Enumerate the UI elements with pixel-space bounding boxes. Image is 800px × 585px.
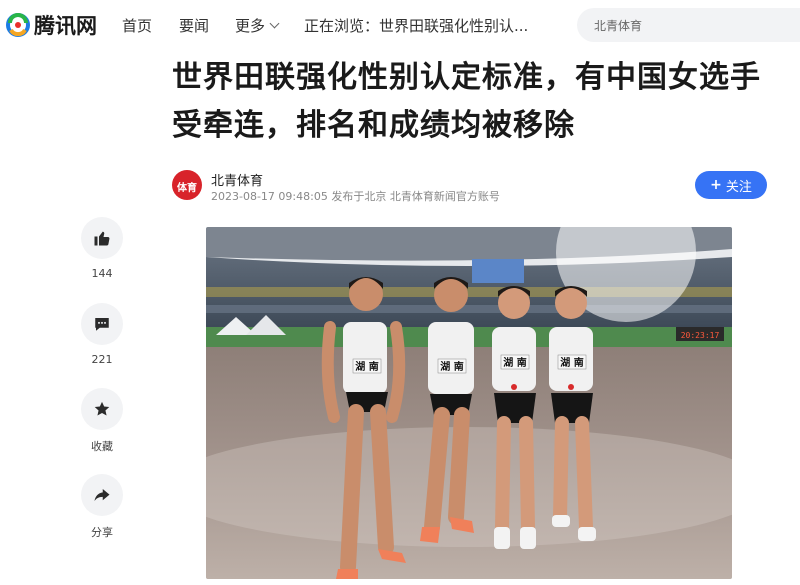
article-title: 世界田联强化性别认定标准，有中国女选手受牵连，排名和成绩均被移除 [172, 60, 761, 143]
comment-icon [95, 318, 109, 331]
author-avatar[interactable]: 体育 [172, 170, 202, 200]
thumbs-up-icon [94, 231, 110, 246]
author-name[interactable]: 北青体育 [211, 170, 263, 189]
bib-text-3: 湖 南 [503, 356, 526, 369]
avatar-text: 体育 [177, 183, 197, 194]
search-input[interactable]: 北青体育 [594, 17, 642, 34]
article-photo: 20:23:17 湖 南 湖 南 湖 南 湖 南 [206, 227, 732, 579]
comment-count: 221 [91, 353, 113, 366]
bib-text-4: 湖 南 [560, 356, 583, 369]
athletes-photo-illustration: 20:23:17 湖 南 湖 南 湖 南 湖 南 [206, 227, 732, 579]
nav-more[interactable]: 更多 [235, 15, 280, 36]
star-icon [94, 401, 110, 416]
share-label: 分享 [91, 526, 113, 539]
like-action[interactable]: 144 [81, 217, 125, 280]
article-meta: 2023-08-17 09:48:05 发布于北京 北青体育新闻官方账号 [211, 190, 500, 203]
share-icon [94, 489, 110, 501]
like-button[interactable] [81, 217, 123, 259]
tencent-logo-icon [6, 13, 30, 37]
like-count: 144 [91, 267, 113, 280]
now-browsing-text: 正在浏览：世界田联强化性别认... [304, 17, 529, 35]
search-box[interactable]: 北青体育 [577, 8, 800, 42]
nav-news[interactable]: 要闻 [179, 15, 209, 36]
comment-action[interactable]: 221 [81, 303, 125, 366]
follow-label: 关注 [725, 179, 752, 195]
follow-button[interactable]: + 关注 [695, 171, 767, 199]
plus-icon: + [710, 177, 722, 193]
share-action[interactable]: 分享 [81, 474, 125, 540]
bib-text-1: 湖 南 [355, 360, 378, 373]
nav-more-label: 更多 [235, 17, 266, 35]
favorite-label: 收藏 [91, 440, 113, 453]
nav-home[interactable]: 首页 [122, 15, 152, 36]
top-navigation-bar: 腾讯网 首页 要闻 更多 正在浏览：世界田联强化性别认... 北青体育 [0, 0, 800, 50]
logo-text: 腾讯网 [34, 14, 97, 38]
favorite-button[interactable] [81, 388, 123, 430]
favorite-action[interactable]: 收藏 [81, 388, 125, 454]
scoreboard-text: 20:23:17 [681, 331, 720, 340]
share-button[interactable] [81, 474, 123, 516]
comment-button[interactable] [81, 303, 123, 345]
bib-text-2: 湖 南 [440, 360, 463, 373]
chevron-down-icon [269, 18, 280, 29]
site-logo[interactable]: 腾讯网 [6, 10, 97, 40]
